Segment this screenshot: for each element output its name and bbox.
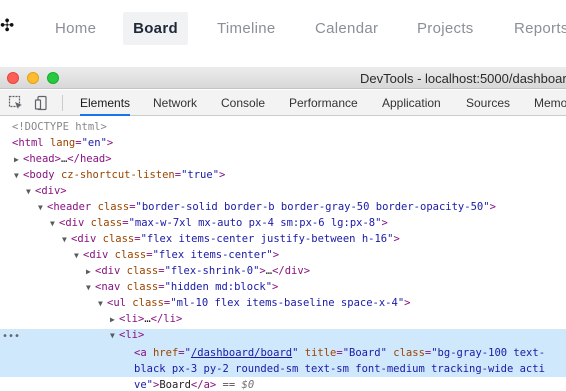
- nav-link-timeline[interactable]: Timeline: [205, 12, 288, 45]
- collapse-arrow-icon[interactable]: ▼: [50, 216, 59, 232]
- tree-node-html[interactable]: <html lang="en">: [12, 135, 113, 151]
- expand-arrow-icon[interactable]: ▶: [14, 152, 23, 168]
- tree-node-div[interactable]: ▼ <div>: [26, 183, 67, 199]
- close-window-button[interactable]: [7, 72, 19, 84]
- expand-arrow-icon[interactable]: ▶: [110, 312, 119, 328]
- tree-node-anchor-selected[interactable]: <a href="/dashboard/board" title="Board"…: [134, 345, 545, 361]
- tab-network[interactable]: Network: [153, 90, 197, 116]
- collapse-arrow-icon[interactable]: ▼: [14, 168, 23, 184]
- collapse-arrow-icon[interactable]: ▼: [26, 184, 35, 200]
- tab-console[interactable]: Console: [221, 90, 265, 116]
- nav-link-projects[interactable]: Projects: [405, 12, 486, 45]
- tab-memory[interactable]: Memory: [534, 90, 566, 116]
- window-titlebar: DevTools - localhost:5000/dashboard/boar…: [0, 67, 566, 89]
- mouse-cursor-icon: ✣: [0, 16, 15, 36]
- window-title: DevTools - localhost:5000/dashboard/boar…: [360, 71, 566, 86]
- tree-node-container-div[interactable]: ▼ <div class="max-w-7xl mx-auto px-4 sm:p…: [50, 215, 388, 231]
- expand-arrow-icon[interactable]: ▶: [86, 264, 95, 280]
- collapse-arrow-icon[interactable]: ▼: [86, 280, 95, 296]
- node-actions-icon[interactable]: •••: [2, 329, 20, 345]
- tab-sources[interactable]: Sources: [466, 90, 510, 116]
- collapse-arrow-icon[interactable]: ▼: [110, 328, 119, 344]
- console-ref-badge: $0: [241, 379, 255, 391]
- devtools-window: DevTools - localhost:5000/dashboard/boar…: [0, 67, 566, 391]
- tree-node-logo-div[interactable]: ▶ <div class="flex-shrink-0">…</div>: [86, 263, 310, 279]
- tree-node-li-collapsed[interactable]: ▶ <li>…</li>: [110, 311, 182, 327]
- collapse-arrow-icon[interactable]: ▼: [38, 200, 47, 216]
- collapse-arrow-icon[interactable]: ▼: [74, 248, 83, 264]
- site-navigation: ✣ Home Board Timeline Calendar Projects …: [0, 0, 566, 60]
- collapse-arrow-icon[interactable]: ▼: [98, 296, 107, 312]
- tree-node-body[interactable]: ▼ <body cz-shortcut-listen="true">: [14, 167, 225, 183]
- tree-node-flex-center-div[interactable]: ▼ <div class="flex items-center">: [74, 247, 279, 263]
- toolbar-divider: [62, 95, 63, 111]
- nav-link-board[interactable]: Board: [123, 12, 188, 45]
- tree-node-anchor-wrap-1: black px-3 py-2 rounded-sm text-sm font-…: [134, 363, 545, 375]
- href-link[interactable]: /dashboard/board: [191, 347, 292, 359]
- minimize-window-button[interactable]: [27, 72, 39, 84]
- tree-node-doctype[interactable]: <!DOCTYPE html>: [12, 119, 107, 135]
- elements-dom-tree: ••• <!DOCTYPE html> <html lang="en"> ▶ <h…: [0, 117, 566, 391]
- tree-node-ul[interactable]: ▼ <ul class="ml-10 flex items-baseline sp…: [98, 295, 410, 311]
- doctype-text: <!DOCTYPE html>: [12, 121, 107, 133]
- device-toolbar-icon[interactable]: [34, 95, 50, 111]
- devtools-toolbar: Elements Network Console Performance App…: [0, 90, 566, 116]
- tab-application[interactable]: Application: [382, 90, 441, 116]
- nav-link-calendar[interactable]: Calendar: [303, 12, 390, 45]
- tree-node-anchor-wrap-2: ve">Board</a> == $0: [134, 379, 255, 391]
- maximize-window-button[interactable]: [47, 72, 59, 84]
- tab-elements[interactable]: Elements: [80, 90, 131, 116]
- collapse-arrow-icon[interactable]: ▼: [62, 232, 71, 248]
- inspect-element-icon[interactable]: [8, 95, 24, 111]
- nav-link-home[interactable]: Home: [43, 12, 108, 45]
- tree-node-head[interactable]: ▶ <head>…</head>: [14, 151, 112, 167]
- nav-link-reports[interactable]: Reports: [502, 12, 566, 45]
- tree-node-header[interactable]: ▼ <header class="border-solid border-b bo…: [38, 199, 496, 215]
- tab-performance[interactable]: Performance: [289, 90, 358, 116]
- tree-node-nav[interactable]: ▼ <nav class="hidden md:block">: [86, 279, 278, 295]
- tree-node-li-expanded[interactable]: ▼ <li>: [110, 327, 144, 343]
- tree-node-flex-row-div[interactable]: ▼ <div class="flex items-center justify-b…: [62, 231, 400, 247]
